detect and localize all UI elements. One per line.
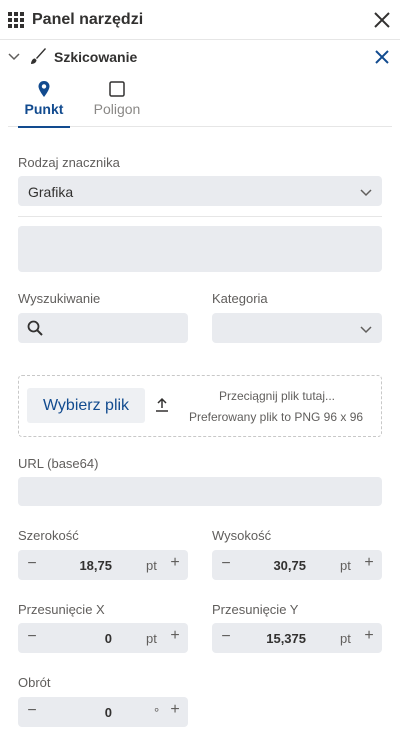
brush-icon xyxy=(31,48,46,64)
marker-type-select[interactable]: Grafika xyxy=(18,176,382,206)
search-label: Wyszukiwanie xyxy=(18,291,101,306)
close-section-icon[interactable] xyxy=(374,49,390,65)
sketch-section-header[interactable]: Szkicowanie xyxy=(0,40,400,72)
chevron-down-icon xyxy=(360,189,372,197)
close-icon[interactable] xyxy=(372,10,392,30)
divider xyxy=(18,216,382,217)
increment-button[interactable]: + xyxy=(168,627,182,645)
dropzone-hint: Przeciągnij plik tutaj... xyxy=(218,389,336,403)
choose-file-button[interactable]: Wybierz plik xyxy=(27,388,145,423)
file-dropzone[interactable]: Wybierz plik Przeciągnij plik tutaj... P… xyxy=(18,375,382,437)
tab-poligon[interactable]: Poligon xyxy=(90,80,144,127)
height-label: Wysokość xyxy=(212,528,272,543)
url-input[interactable] xyxy=(18,477,382,506)
decrement-button[interactable]: − xyxy=(26,556,38,574)
width-stepper[interactable]: − 18,75 pt + xyxy=(18,550,188,580)
rotation-value[interactable]: 0 xyxy=(42,705,112,720)
tab-label: Punkt xyxy=(24,101,64,117)
tab-punkt[interactable]: Punkt xyxy=(18,80,70,128)
unit-label: pt xyxy=(146,558,157,573)
chevron-down-icon[interactable] xyxy=(8,50,20,62)
panel-title: Panel narzędzi xyxy=(32,11,144,28)
section-title: Szkicowanie xyxy=(54,49,138,65)
unit-label: pt xyxy=(146,631,157,646)
sketch-tabs: Punkt Poligon xyxy=(8,76,392,128)
decrement-button[interactable]: − xyxy=(26,629,38,647)
offset-x-label: Przesunięcie X xyxy=(18,602,105,617)
increment-button[interactable]: + xyxy=(362,627,376,645)
category-label: Kategoria xyxy=(212,291,268,306)
height-value[interactable]: 30,75 xyxy=(236,558,306,573)
search-input[interactable] xyxy=(18,313,188,343)
offset-x-stepper[interactable]: − 0 pt + xyxy=(18,623,188,653)
increment-button[interactable]: + xyxy=(168,701,182,719)
offset-y-label: Przesunięcie Y xyxy=(212,602,299,617)
marker-type-value: Grafika xyxy=(28,184,74,200)
panel-header: Panel narzędzi xyxy=(0,0,400,40)
width-value[interactable]: 18,75 xyxy=(42,558,112,573)
offset-y-stepper[interactable]: − 15,375 pt + xyxy=(212,623,382,653)
category-select[interactable] xyxy=(212,313,382,343)
rotation-stepper[interactable]: − 0 ° + xyxy=(18,697,188,727)
offset-y-value[interactable]: 15,375 xyxy=(236,631,306,646)
search-icon xyxy=(27,320,43,336)
graphic-preview xyxy=(18,226,382,272)
height-stepper[interactable]: − 30,75 pt + xyxy=(212,550,382,580)
increment-button[interactable]: + xyxy=(362,554,376,572)
marker-type-label: Rodzaj znacznika xyxy=(18,155,120,170)
square-icon xyxy=(109,81,125,97)
grid-menu-icon[interactable] xyxy=(8,12,24,28)
rotation-label: Obrót xyxy=(18,675,51,690)
upload-icon xyxy=(156,397,168,412)
unit-label: ° xyxy=(154,705,160,720)
chevron-down-icon xyxy=(360,326,372,334)
decrement-button[interactable]: − xyxy=(26,703,38,721)
unit-label: pt xyxy=(340,631,351,646)
increment-button[interactable]: + xyxy=(168,554,182,572)
dropzone-format-hint: Preferowany plik to PNG 96 x 96 xyxy=(188,410,364,424)
map-pin-icon xyxy=(38,81,50,97)
unit-label: pt xyxy=(340,558,351,573)
decrement-button[interactable]: − xyxy=(220,629,232,647)
width-label: Szerokość xyxy=(18,528,79,543)
decrement-button[interactable]: − xyxy=(220,556,232,574)
url-label: URL (base64) xyxy=(18,456,99,471)
tab-label: Poligon xyxy=(93,101,141,117)
offset-x-value[interactable]: 0 xyxy=(42,631,112,646)
